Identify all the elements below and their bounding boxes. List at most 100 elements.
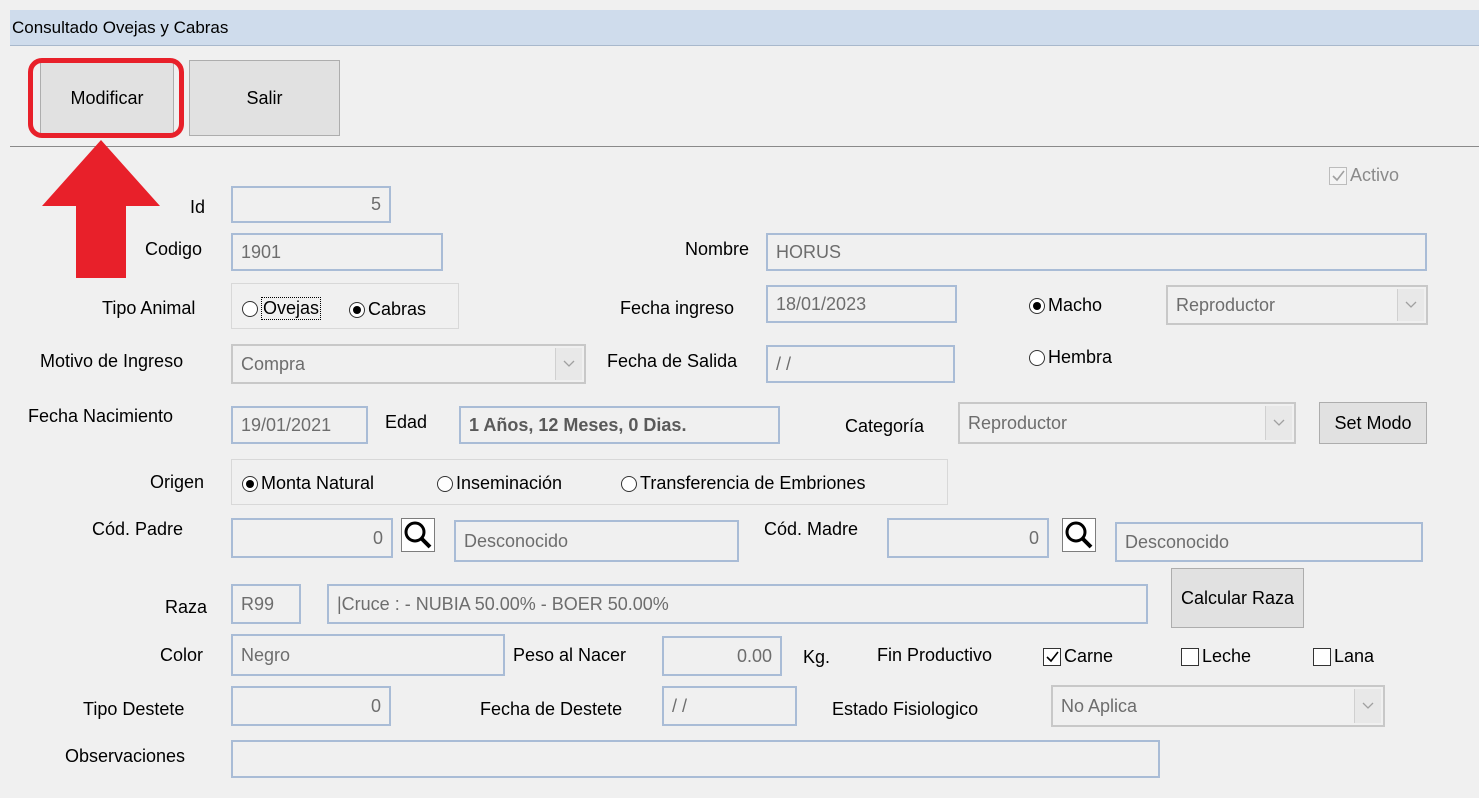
codigo-field[interactable]: 1901 xyxy=(231,233,443,271)
motivo-label: Motivo de Ingreso xyxy=(40,351,184,371)
transferencia-label: Transferencia de Embriones xyxy=(640,473,866,493)
chevron-down-icon xyxy=(1265,406,1292,440)
nombre-label: Nombre xyxy=(685,239,750,259)
inseminacion-label: Inseminación xyxy=(456,473,563,493)
observaciones-field[interactable] xyxy=(231,740,1160,778)
padre-label: Cód. Padre xyxy=(92,519,184,539)
origen-label: Origen xyxy=(150,472,205,492)
estado-select[interactable]: No Aplica xyxy=(1051,685,1385,727)
padre-search-button[interactable] xyxy=(401,518,435,552)
window-title: Consultado Ovejas y Cabras xyxy=(12,18,229,37)
fecha-nac-field[interactable]: 19/01/2021 xyxy=(231,406,368,444)
raza-code-field[interactable]: R99 xyxy=(231,584,301,624)
madre-code-field[interactable]: 0 xyxy=(887,518,1049,558)
checkbox-checked-icon xyxy=(1043,647,1061,666)
color-field[interactable]: Negro xyxy=(231,634,505,676)
window-title-bar: Consultado Ovejas y Cabras xyxy=(10,10,1479,46)
tipo-macho-select[interactable]: Reproductor xyxy=(1166,285,1428,325)
radio-macho[interactable]: Macho xyxy=(1029,295,1102,316)
tipo-animal-label: Tipo Animal xyxy=(102,298,196,318)
fecha-ingreso-field[interactable]: 18/01/2023 xyxy=(766,285,957,323)
id-value: 5 xyxy=(370,194,381,214)
fecha-salida-value: / / xyxy=(776,353,792,374)
fecha-destete-value: / / xyxy=(672,695,688,716)
radio-selected-icon xyxy=(1029,297,1045,314)
madre-code-value: 0 xyxy=(1028,527,1039,548)
calcular-raza-button[interactable]: Calcular Raza xyxy=(1171,568,1304,628)
madre-search-button[interactable] xyxy=(1062,518,1096,552)
lana-checkbox[interactable]: Lana xyxy=(1313,646,1374,667)
padre-code-field[interactable]: 0 xyxy=(231,518,393,558)
carne-checkbox[interactable]: Carne xyxy=(1043,646,1113,667)
raza-desc-field: |Cruce : - NUBIA 50.00% - BOER 50.00% xyxy=(327,584,1148,624)
tipo-destete-label: Tipo Destete xyxy=(83,699,185,719)
highlight-box xyxy=(28,58,184,138)
radio-transferencia[interactable]: Transferencia de Embriones xyxy=(621,473,865,494)
tipo-destete-field[interactable]: 0 xyxy=(231,686,391,726)
ovejas-label: Ovejas xyxy=(261,297,322,320)
cabras-label: Cabras xyxy=(368,299,427,319)
tipo-macho-value: Reproductor xyxy=(1176,294,1276,315)
set-modo-button[interactable]: Set Modo xyxy=(1319,402,1427,444)
color-value: Negro xyxy=(241,644,291,665)
hembra-label: Hembra xyxy=(1048,347,1113,367)
radio-cabras[interactable]: Cabras xyxy=(349,299,426,320)
chevron-down-icon xyxy=(1354,689,1381,723)
raza-code-value: R99 xyxy=(241,593,275,614)
carne-label: Carne xyxy=(1064,646,1114,666)
fecha-ingreso-value: 18/01/2023 xyxy=(776,293,867,314)
checkbox-icon xyxy=(1313,647,1331,666)
madre-label: Cód. Madre xyxy=(764,519,859,539)
estado-label: Estado Fisiologico xyxy=(832,699,979,719)
fecha-ingreso-label: Fecha ingreso xyxy=(620,298,735,318)
categoria-select[interactable]: Reproductor xyxy=(958,402,1296,444)
radio-selected-icon xyxy=(242,475,258,492)
fecha-destete-field[interactable]: / / xyxy=(662,686,797,726)
set-modo-label: Set Modo xyxy=(1334,412,1412,433)
search-icon xyxy=(404,521,432,549)
up-arrow-icon xyxy=(42,140,160,278)
padre-name-field: Desconocido xyxy=(454,520,739,562)
calcular-raza-label: Calcular Raza xyxy=(1180,587,1295,608)
radio-inseminacion[interactable]: Inseminación xyxy=(437,473,562,494)
radio-ovejas[interactable]: Ovejas xyxy=(242,297,322,320)
madre-name-field: Desconocido xyxy=(1115,522,1423,562)
fin-productivo-label: Fin Productivo xyxy=(877,645,993,665)
padre-code-value: 0 xyxy=(372,527,383,548)
leche-checkbox[interactable]: Leche xyxy=(1181,646,1251,667)
radio-hembra[interactable]: Hembra xyxy=(1029,347,1112,368)
categoria-label: Categoría xyxy=(845,416,925,436)
raza-desc-value: |Cruce : - NUBIA 50.00% - BOER 50.00% xyxy=(337,593,669,614)
categoria-value: Reproductor xyxy=(968,412,1068,433)
fecha-salida-field[interactable]: / / xyxy=(766,345,955,383)
motivo-value: Compra xyxy=(241,353,306,374)
exit-button[interactable]: Salir xyxy=(189,60,340,136)
monta-natural-label: Monta Natural xyxy=(261,473,375,493)
leche-label: Leche xyxy=(1202,646,1252,666)
checkbox-checked-icon xyxy=(1329,166,1347,185)
radio-monta-natural[interactable]: Monta Natural xyxy=(242,473,374,494)
fecha-destete-label: Fecha de Destete xyxy=(480,699,623,719)
activo-checkbox[interactable]: Activo xyxy=(1329,165,1399,186)
peso-value: 0.00 xyxy=(736,645,772,666)
fecha-salida-label: Fecha de Salida xyxy=(607,351,738,371)
edad-field: 1 Años, 12 Meses, 0 Dias. xyxy=(459,406,780,444)
peso-unit-label: Kg. xyxy=(803,647,831,667)
peso-field[interactable]: 0.00 xyxy=(662,636,782,676)
radio-icon xyxy=(437,475,453,492)
id-field[interactable]: 5 xyxy=(231,186,391,223)
motivo-select[interactable]: Compra xyxy=(231,344,586,384)
codigo-value: 1901 xyxy=(241,241,282,262)
exit-button-label: Salir xyxy=(246,87,283,108)
chevron-down-icon xyxy=(1397,289,1424,321)
nombre-field[interactable]: HORUS xyxy=(766,233,1427,271)
search-icon xyxy=(1065,521,1093,549)
edad-label: Edad xyxy=(385,412,428,432)
radio-icon xyxy=(1029,349,1045,366)
edad-value: 1 Años, 12 Meses, 0 Dias. xyxy=(469,414,687,435)
fecha-nac-value: 19/01/2021 xyxy=(241,414,332,435)
peso-label: Peso al Nacer xyxy=(513,645,627,665)
id-label: Id xyxy=(190,197,206,217)
madre-name-value: Desconocido xyxy=(1125,531,1230,552)
radio-selected-icon xyxy=(349,301,365,318)
